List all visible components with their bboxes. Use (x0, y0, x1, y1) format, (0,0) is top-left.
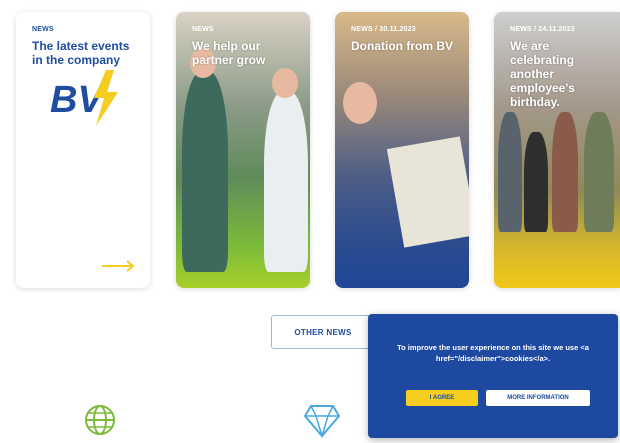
card-tag: NEWS / 30.11.2023 (351, 26, 416, 33)
photo-person (524, 132, 548, 232)
news-card-donation[interactable]: NEWS / 30.11.2023 Donation from BV (335, 12, 469, 288)
other-news-button[interactable]: OTHER NEWS (271, 315, 375, 349)
svg-text:BV: BV (50, 79, 105, 121)
card-tag: NEWS (192, 26, 214, 33)
card-tag: NEWS (32, 26, 54, 33)
photo-head (272, 68, 298, 98)
diamond-icon (303, 405, 341, 438)
news-card-partner[interactable]: NEWS We help our partner grow (176, 12, 310, 288)
photo-person (552, 112, 578, 232)
photo-drawing (386, 136, 469, 248)
photo-person (182, 72, 228, 272)
card-title: We are celebrating another employee's bi… (510, 39, 575, 109)
photo-person (264, 92, 308, 272)
card-title: We help our partner grow (192, 39, 266, 67)
cookie-text: To improve the user experience on this s… (397, 343, 589, 363)
news-card-latest[interactable]: NEWS The latest events in the company BV (16, 12, 150, 288)
news-card-birthday[interactable]: NEWS / 24.11.2023 We are celebrating ano… (494, 12, 620, 288)
photo-head (343, 82, 377, 124)
card-title: The latest events in the company (32, 39, 130, 67)
agree-button[interactable]: I AGREE (406, 390, 478, 406)
more-information-button[interactable]: MORE INFORMATION (486, 390, 590, 406)
arrow-right-icon[interactable] (100, 260, 136, 272)
globe-icon (85, 405, 115, 435)
cookie-banner: To improve the user experience on this s… (368, 314, 618, 438)
bv-logo: BV (50, 70, 118, 126)
photo-person (498, 112, 522, 232)
card-title: Donation from BV (351, 39, 453, 53)
card-tag: NEWS / 24.11.2023 (510, 26, 575, 33)
photo-person (584, 112, 614, 232)
